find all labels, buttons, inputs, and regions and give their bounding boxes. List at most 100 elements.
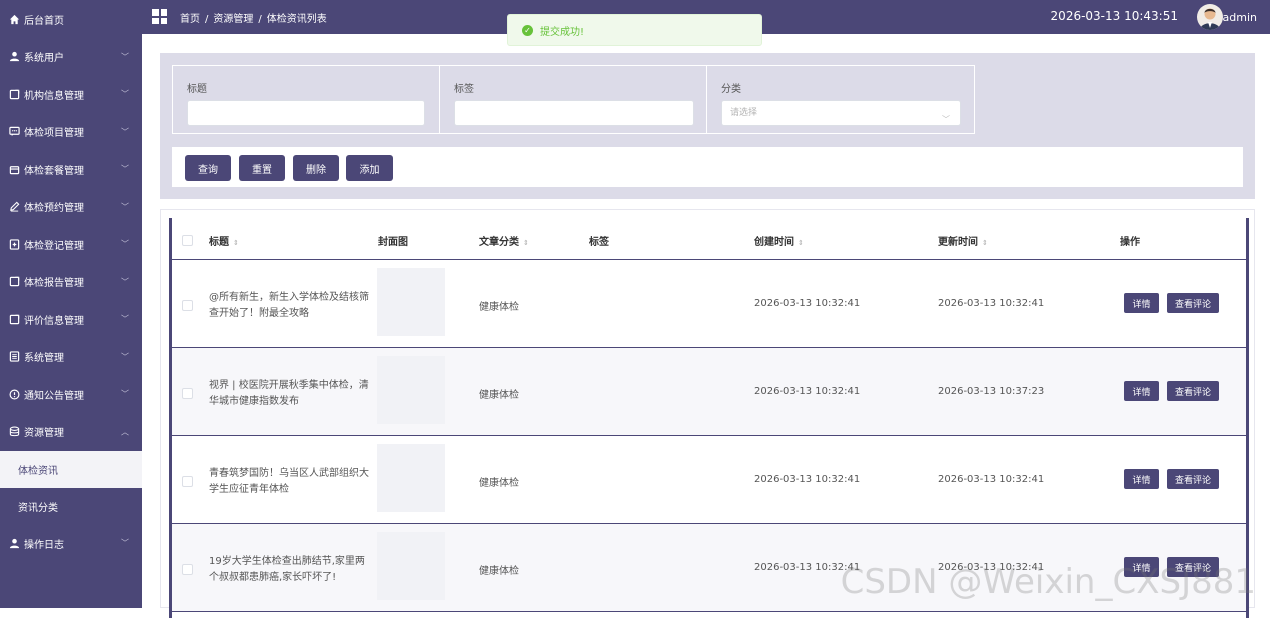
row-title: @所有新生，新生入学体检及结核筛查开始了！附最全攻略: [209, 290, 369, 322]
sidebar-item-logs[interactable]: 操作日志 ﹀: [0, 525, 142, 563]
sidebar-item-system-users[interactable]: 系统用户 ﹀: [0, 38, 142, 76]
title-filter: 标题: [172, 65, 440, 134]
edit-icon: [7, 200, 21, 214]
row-updated: 2026-03-13 10:32:41: [938, 474, 1044, 485]
breadcrumb-section[interactable]: 资源管理: [213, 14, 253, 25]
sidebar-item-institution[interactable]: 机构信息管理 ﹀: [0, 76, 142, 114]
sidebar-item-home[interactable]: 后台首页: [0, 0, 142, 38]
header-updated-label: 更新时间: [938, 237, 978, 248]
row-updated: 2026-03-13 10:32:41: [938, 298, 1044, 309]
detail-button[interactable]: 详情: [1124, 381, 1159, 401]
sidebar-item-label: 体检预约管理: [24, 199, 84, 214]
sidebar-item-label: 体检项目管理: [24, 124, 84, 139]
sidebar-item-label: 体检套餐管理: [24, 162, 84, 177]
row-title: 青春筑梦国防！乌当区人武部组织大学生应征青年体检: [209, 466, 369, 498]
delete-button[interactable]: 删除: [293, 155, 339, 181]
menu-grid-icon[interactable]: [152, 9, 167, 24]
chevron-down-icon: ﹀: [121, 164, 129, 175]
sidebar-subitem-exam-news[interactable]: 体检资讯: [0, 451, 142, 488]
detail-button[interactable]: 详情: [1124, 293, 1159, 313]
sidebar-item-exam-items[interactable]: 体检项目管理 ﹀: [0, 113, 142, 151]
add-doc-icon: [7, 237, 21, 251]
action-bar: 查询 重置 删除 添加: [172, 147, 1243, 187]
table-row: 视界 | 校医院开展秋季集中体检，清华城市健康指数发布 健康体检 2026-03…: [172, 348, 1246, 436]
title-input[interactable]: [187, 100, 425, 126]
avatar[interactable]: [1197, 4, 1223, 30]
row-category: 健康体检: [479, 386, 519, 401]
success-toast: ✓ 提交成功!: [507, 14, 762, 46]
sort-icon: ⇕: [233, 239, 239, 247]
user-icon: [7, 50, 21, 64]
sidebar-item-appointments[interactable]: 体检预约管理 ﹀: [0, 188, 142, 226]
category-filter-label: 分类: [721, 80, 741, 95]
detail-button[interactable]: 详情: [1124, 469, 1159, 489]
breadcrumb: 首页/资源管理/体检资讯列表: [180, 10, 327, 25]
category-select[interactable]: 请选择 ﹀: [721, 100, 961, 126]
row-checkbox[interactable]: [182, 476, 193, 487]
doc-icon: [7, 87, 21, 101]
row-category: 健康体检: [479, 474, 519, 489]
table-row: 19岁大学生体检查出肺结节,家里两个叔叔都患肺癌,家长吓坏了! 健康体检 202…: [172, 524, 1246, 612]
sidebar-item-reviews[interactable]: 评价信息管理 ﹀: [0, 301, 142, 339]
box-icon: [7, 162, 21, 176]
sort-icon: ⇕: [798, 239, 804, 247]
header-tags: 标签: [589, 233, 609, 248]
header-created[interactable]: 创建时间⇕: [754, 233, 804, 248]
row-checkbox[interactable]: [182, 300, 193, 311]
search-button[interactable]: 查询: [185, 155, 231, 181]
sidebar-item-label: 体检报告管理: [24, 274, 84, 289]
sidebar-item-label: 系统用户: [24, 49, 64, 64]
view-comments-button[interactable]: 查看评论: [1167, 381, 1219, 401]
sidebar-item-reports[interactable]: 体检报告管理 ﹀: [0, 263, 142, 301]
chevron-down-icon: ﹀: [121, 126, 129, 137]
view-comments-button[interactable]: 查看评论: [1167, 557, 1219, 577]
row-category: 健康体检: [479, 298, 519, 313]
row-updated: 2026-03-13 10:37:23: [938, 386, 1044, 397]
tag-filter-label: 标签: [454, 80, 474, 95]
sidebar-item-packages[interactable]: 体检套餐管理 ﹀: [0, 151, 142, 189]
tag-input[interactable]: [454, 100, 694, 126]
row-title: 视界 | 校医院开展秋季集中体检，清华城市健康指数发布: [209, 378, 369, 410]
row-checkbox[interactable]: [182, 564, 193, 575]
sidebar-item-system[interactable]: 系统管理 ﹀: [0, 338, 142, 376]
chevron-down-icon: ﹀: [121, 239, 129, 250]
toast-message: 提交成功!: [540, 23, 584, 38]
detail-button[interactable]: 详情: [1124, 557, 1159, 577]
cover-image: [377, 532, 445, 600]
sidebar-item-notices[interactable]: 通知公告管理 ﹀: [0, 376, 142, 414]
select-all-checkbox[interactable]: [182, 235, 193, 246]
chevron-down-icon: ﹀: [121, 51, 129, 62]
row-checkbox[interactable]: [182, 388, 193, 399]
chat-icon: [7, 125, 21, 139]
header-title[interactable]: 标题⇕: [209, 233, 239, 248]
row-updated: 2026-03-13 10:32:41: [938, 562, 1044, 573]
breadcrumb-home[interactable]: 首页: [180, 14, 200, 25]
sidebar-subitem-news-category[interactable]: 资讯分类: [0, 488, 142, 525]
sidebar-item-label: 通知公告管理: [24, 387, 84, 402]
doc-icon: [7, 275, 21, 289]
chevron-down-icon: ﹀: [121, 351, 129, 362]
username[interactable]: admin: [1223, 11, 1257, 24]
view-comments-button[interactable]: 查看评论: [1167, 469, 1219, 489]
table-header: 标题⇕ 封面图 文章分类⇕ 标签 创建时间⇕ 更新时间⇕ 操作: [172, 218, 1246, 260]
header-updated[interactable]: 更新时间⇕: [938, 233, 988, 248]
chevron-up-icon: ︿: [121, 426, 129, 437]
sidebar-item-label: 评价信息管理: [24, 312, 84, 327]
sidebar-item-resources[interactable]: 资源管理 ︿: [0, 413, 142, 451]
view-comments-button[interactable]: 查看评论: [1167, 293, 1219, 313]
sidebar-item-label: 系统管理: [24, 349, 64, 364]
add-button[interactable]: 添加: [346, 155, 393, 181]
header-category[interactable]: 文章分类⇕: [479, 233, 529, 248]
chevron-down-icon: ﹀: [942, 108, 950, 132]
title-filter-label: 标题: [187, 80, 207, 95]
chevron-down-icon: ﹀: [121, 201, 129, 212]
sidebar-item-registration[interactable]: 体检登记管理 ﹀: [0, 226, 142, 264]
list-icon: [7, 350, 21, 364]
reset-button[interactable]: 重置: [239, 155, 285, 181]
search-panel: 标题 标签 分类 请选择 ﹀ 查询 重置 删除 添加: [160, 53, 1255, 199]
info-icon: [7, 387, 21, 401]
row-created: 2026-03-13 10:32:41: [754, 562, 860, 573]
row-category: 健康体检: [479, 562, 519, 577]
user-icon: [7, 536, 21, 550]
chevron-down-icon: ﹀: [121, 276, 129, 287]
